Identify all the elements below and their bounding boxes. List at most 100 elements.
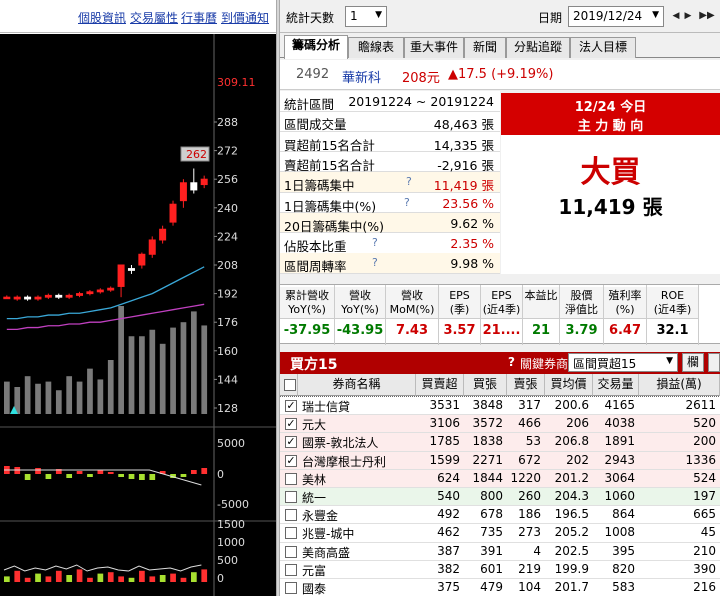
column-header[interactable]: 券商名稱 (298, 374, 416, 396)
metric-col: EPS (季) 3.57 (439, 285, 481, 345)
candle-body (44, 294, 52, 298)
select-all-checkbox[interactable] (284, 379, 296, 391)
row-value: 395 (612, 543, 635, 558)
next-date-icon[interactable]: ▶ (682, 8, 694, 24)
osc-line (3, 564, 202, 572)
column-header[interactable]: 賣張 (507, 374, 545, 396)
row-value: 4 (533, 543, 541, 558)
osc-bar (76, 569, 83, 582)
table-row[interactable]: ✓ 元大 3106 3572 466 206 4038 520 (280, 415, 720, 434)
row-value: 3531 (429, 398, 460, 412)
main-force-header: 12/24 今日 主 力 動 向 (501, 93, 720, 135)
row-value: 387 (437, 543, 460, 558)
macd-bar (45, 474, 52, 479)
link-trade-attr[interactable]: 交易屬性 (130, 9, 178, 26)
price-tick-label: 160 (217, 345, 238, 358)
link-calendar[interactable]: 行事曆 (181, 9, 217, 26)
candle-body (200, 178, 208, 186)
table-row[interactable]: 美商高盛 387 391 4 202.5 395 210 (280, 543, 720, 561)
extra-button[interactable] (708, 353, 720, 372)
column-header[interactable]: 損益(萬) (639, 374, 720, 396)
help-icon[interactable]: ? (406, 175, 412, 188)
row-checkbox[interactable] (285, 563, 297, 576)
stat-value: 14,335 張 (433, 137, 494, 153)
row-checkbox[interactable] (285, 527, 297, 540)
price-chart[interactable]: 309.11 288 272 256 240 224 208 192 176 160 144 128 2… (0, 34, 276, 596)
quick-links-bar: 個股資訊 交易屬性 行事曆 到價通知 (0, 0, 276, 33)
days-select[interactable]: 1 ▼ (345, 6, 387, 27)
row-value: 197 (693, 489, 716, 503)
column-header[interactable]: 買均價 (545, 374, 593, 396)
row-checkbox[interactable]: ✓ (285, 400, 297, 412)
link-price-alert[interactable]: 到價通知 (221, 9, 269, 26)
prev-date-icon[interactable]: ◀ (670, 8, 682, 24)
table-row[interactable]: 國泰 375 479 104 201.7 583 216 (280, 579, 720, 596)
column-button[interactable]: 欄 (682, 353, 704, 372)
row-value: 1060 (604, 489, 635, 503)
table-row[interactable]: 永豐金 492 678 186 196.5 864 665 (280, 506, 720, 525)
row-checkbox[interactable] (285, 472, 297, 485)
volume-bar (180, 322, 187, 414)
osc-bar (149, 576, 156, 582)
row-checkbox[interactable] (285, 545, 297, 558)
fundamental-metrics: 累計營收 YoY(%) -37.95 營收 YoY(%) -43.95 營收 MoM(%) 7.… (280, 284, 720, 345)
tab-candle-table[interactable]: 瞻線表 (348, 37, 404, 58)
column-header[interactable]: 買張 (464, 374, 507, 396)
row-value: 45 (700, 525, 716, 540)
price-tick-label: 309.11 (217, 76, 256, 89)
row-value: 390 (693, 561, 716, 576)
column-header[interactable]: 買賣超 (416, 374, 464, 396)
row-checkbox[interactable]: ✓ (285, 418, 297, 431)
tab-news[interactable]: 新聞 (464, 37, 506, 58)
row-checkbox[interactable] (285, 582, 297, 594)
row-value: 3848 (472, 398, 503, 412)
table-row[interactable]: 統一 540 800 260 204.3 1060 197 (280, 488, 720, 507)
macd-bar (139, 474, 145, 480)
macd-tick-label: -5000 (217, 498, 249, 511)
row-value: 583 (612, 580, 635, 594)
osc-bar (159, 575, 166, 582)
table-row[interactable]: ✓ 瑞士信貸 3531 3848 317 200.6 4165 2611 (280, 395, 720, 417)
table-row[interactable]: 美林 624 1844 1220 201.2 3064 524 (280, 469, 720, 488)
row-value: 201.2 (554, 470, 589, 485)
tab-major-events[interactable]: 重大事件 (404, 37, 464, 58)
row-value: 375 (437, 580, 460, 594)
table-row[interactable]: ✓ 台灣摩根士丹利 1599 2271 672 202 2943 1336 (280, 451, 720, 470)
date-picker[interactable]: 2019/12/24 ▼ (568, 6, 664, 27)
row-value: 219 (518, 561, 541, 576)
row-checkbox[interactable]: ✓ (285, 454, 297, 467)
help-icon[interactable]: ? (372, 236, 378, 249)
row-value: 206 (566, 416, 589, 431)
row-value: 4165 (604, 398, 635, 412)
table-row[interactable]: 元富 382 601 219 199.9 820 390 (280, 561, 720, 579)
keyword-select[interactable]: 區間買超15 ▼ (568, 353, 678, 372)
broker-name: 永豐金 (302, 509, 339, 524)
metric-header-line2: (季) (449, 303, 470, 316)
metric-header-line1: 累計營收 (285, 289, 329, 302)
column-header[interactable]: 交易量 (593, 374, 639, 396)
chip-stats-table: 統計區間 20191224 ~ 20191224 區間成交量 48,463 張買超前1… (280, 91, 500, 274)
stat-label: 賣超前15名合計 (284, 157, 375, 173)
broker-name: 瑞士信貸 (302, 400, 351, 414)
table-row[interactable]: 兆豐-城中 462 735 273 205.2 1008 45 (280, 524, 720, 543)
candle-body (179, 182, 187, 202)
row-checkbox[interactable]: ✓ (285, 436, 297, 449)
tab-chip-analysis[interactable]: 籌碼分析 (284, 35, 348, 59)
row-checkbox[interactable] (285, 491, 297, 503)
row-checkbox[interactable] (285, 509, 297, 522)
help-icon[interactable]: ? (372, 256, 378, 269)
stat-value: 20191224 ~ 20191224 (348, 94, 494, 109)
table-row[interactable]: ✓ 國票-敦北法人 1785 1838 53 206.8 1891 200 (280, 433, 720, 452)
row-value: 2271 (472, 452, 503, 467)
help-icon[interactable]: ? (404, 196, 410, 209)
tab-institution-target[interactable]: 法人目標 (570, 37, 636, 58)
last-date-icon[interactable]: ▶▶ (696, 8, 718, 24)
tab-branch-tracking[interactable]: 分點追蹤 (506, 37, 570, 58)
volume-bar (4, 381, 10, 414)
chart-svg[interactable]: 309.11 288 272 256 240 224 208 192 176 160 144 128 2… (0, 34, 276, 596)
help-icon[interactable]: ? (508, 355, 515, 369)
link-stock-info[interactable]: 個股資訊 (78, 9, 126, 26)
candle-body (13, 296, 21, 300)
row-value: 202 (566, 452, 589, 467)
stat-label: 區間成交量 (284, 117, 347, 133)
